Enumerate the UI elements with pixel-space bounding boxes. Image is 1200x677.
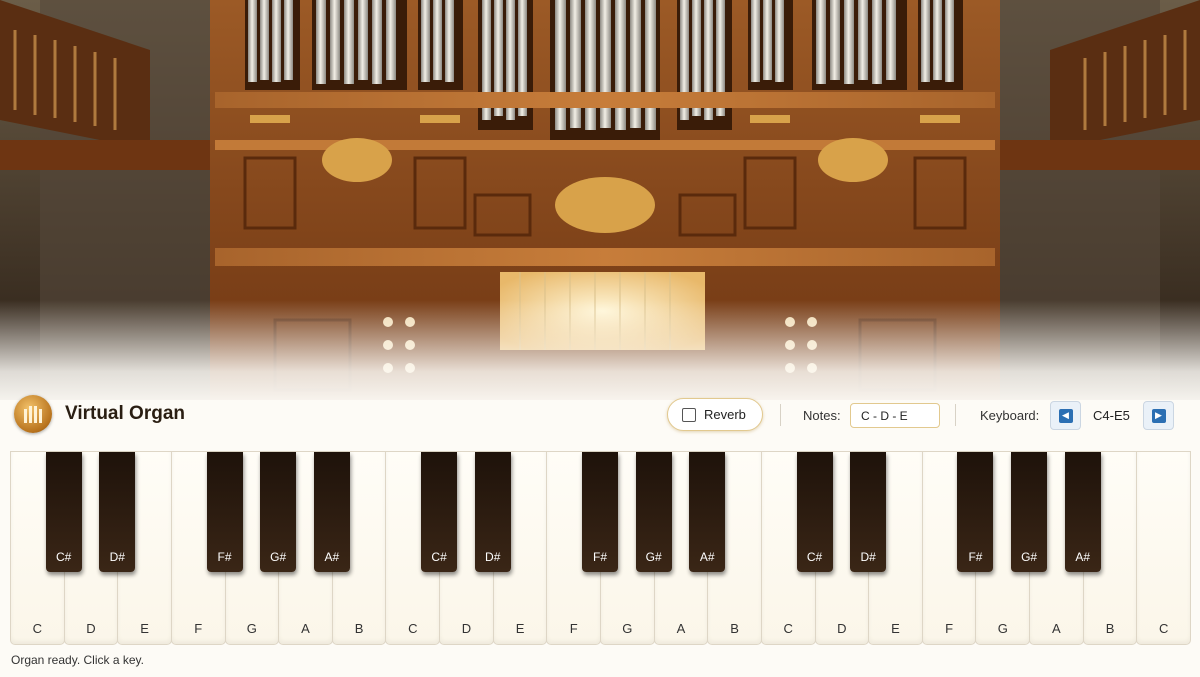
prev-octave-button[interactable]: ◀ [1050,401,1081,430]
black-key[interactable]: G# [1011,452,1048,572]
black-key[interactable]: C# [421,452,458,572]
black-key-label: A# [324,550,340,564]
black-key-label: A# [1075,550,1091,564]
black-key-label: D# [860,550,876,564]
white-key-label: C [783,621,793,636]
black-key[interactable]: C# [796,452,833,572]
black-key[interactable]: C# [45,452,82,572]
black-key-label: D# [485,550,501,564]
toolbar-divider [955,404,956,426]
notes-input[interactable] [850,403,940,428]
white-key-label: D [461,621,472,636]
black-key[interactable]: F# [957,452,994,572]
reverb-toggle[interactable]: Reverb [667,398,763,431]
next-octave-button[interactable]: ▶ [1143,401,1174,430]
toolbar-divider [780,404,781,426]
white-key-label: E [891,621,900,636]
black-key-label: A# [699,550,715,564]
black-key-label: C# [55,550,72,564]
status-text: Organ ready. Click a key. [11,653,144,667]
white-key-label: D [837,621,847,636]
white-key-label: B [354,621,364,636]
keyboard-label: Keyboard: [980,408,1040,423]
white-key-label: B [1105,621,1115,636]
app-title: Virtual Organ [65,403,186,424]
white-key-label: C [32,621,42,636]
piano-keyboard: C D E F G A B C D E F G A B C D E F G A B C C# D# F# G# A# C# D# F# G#… [10,451,1191,646]
white-key-label: F [945,621,954,636]
black-key-label: G# [645,550,662,564]
black-key-label: F# [968,550,983,564]
reverb-checkbox[interactable] [682,407,696,422]
black-key[interactable]: A# [689,452,726,572]
black-key-label: G# [270,550,287,564]
white-key-label: A [676,621,686,636]
white-key-label: G [622,621,633,636]
white-key[interactable]: C [1136,451,1191,645]
black-key-label: G# [1021,550,1038,564]
hero-fade-overlay [0,300,1200,410]
reverb-label: Reverb [704,407,746,422]
white-key-label: A [301,621,310,636]
white-key-label: G [246,621,257,636]
black-key[interactable]: A# [313,452,350,572]
white-key-label: F [194,621,203,636]
black-key[interactable]: D# [850,452,887,572]
notes-label: Notes: [803,408,841,423]
black-key-label: D# [109,550,125,564]
organ-pipes-icon [14,395,52,433]
white-key-label: B [730,621,739,636]
white-key-label: E [515,621,525,636]
white-key-label: D [86,621,96,636]
black-key-label: C# [431,550,447,564]
arrow-right-icon: ▶ [1151,408,1166,423]
white-key-label: G [997,621,1008,636]
white-key-label: C [1158,621,1169,636]
white-key-label: E [140,621,149,636]
white-key-label: A [1052,621,1061,636]
keyboard-range-label: C4-E5 [1093,408,1130,423]
black-key[interactable]: F# [206,452,243,572]
black-key[interactable]: D# [474,452,511,572]
white-key-label: F [569,621,578,636]
black-key[interactable]: G# [635,452,672,572]
white-key-label: C [408,621,418,636]
black-key[interactable]: A# [1064,452,1101,572]
black-key[interactable]: G# [260,452,297,572]
black-key[interactable]: F# [582,452,618,572]
black-key[interactable]: D# [99,452,136,572]
black-key-label: F# [592,550,607,564]
black-key-label: C# [806,550,823,564]
black-key-label: F# [217,550,232,564]
arrow-left-icon: ◀ [1058,408,1073,423]
